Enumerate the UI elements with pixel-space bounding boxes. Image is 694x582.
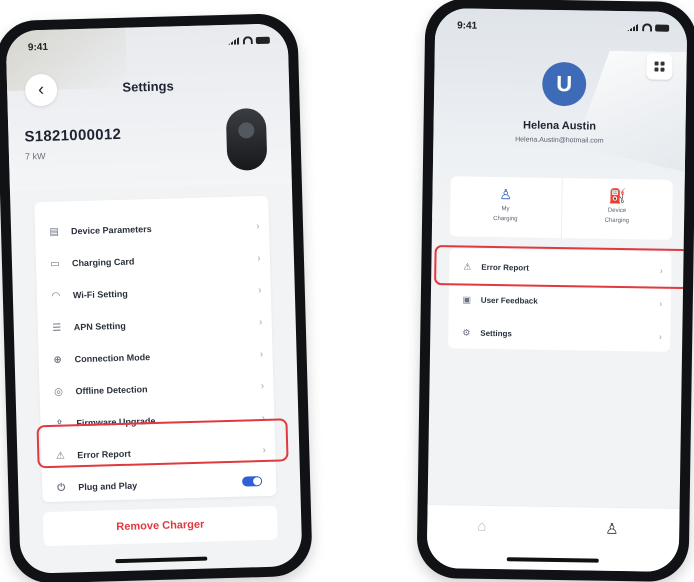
connection-mode-icon: ⊕ xyxy=(53,354,63,366)
menu-item-user-feedback[interactable]: ▣ User Feedback › xyxy=(449,283,671,319)
wifi-status-icon xyxy=(642,23,653,32)
menu-item-label: Wi-Fi Setting xyxy=(72,288,128,301)
grid-icon xyxy=(654,61,659,66)
quick-action-label: My xyxy=(501,206,510,213)
wifi-icon: ◠ xyxy=(51,290,60,302)
menu-item-label: APN Setting xyxy=(73,320,126,333)
remove-charger-button[interactable]: Remove Charger xyxy=(42,505,278,547)
status-time: 9:41 xyxy=(457,20,478,32)
error-report-highlight xyxy=(434,245,688,290)
device-charging-button[interactable]: ⛽ Device Charging xyxy=(560,178,673,240)
settings-screen: 9:41 ‹ Settings S1821000012 7 kW ▤ Devic… xyxy=(5,23,303,574)
phone-settings: 9:41 ‹ Settings S1821000012 7 kW ▤ Devic… xyxy=(0,12,313,582)
chevron-right-icon: › xyxy=(258,316,263,328)
profile-screen: 9:41 U Helena Austin Helena.Austin@hotma… xyxy=(426,8,688,572)
menu-item-label: Charging Card xyxy=(71,256,135,269)
plug-and-play-toggle[interactable] xyxy=(242,476,263,487)
my-charging-button[interactable]: ♙ My Charging xyxy=(450,176,561,238)
battery-icon xyxy=(255,36,270,44)
tab-home[interactable]: ⌂ xyxy=(477,518,486,535)
grid-menu-button[interactable] xyxy=(646,53,673,80)
quick-actions: ♙ My Charging ⛽ Device Charging xyxy=(449,176,673,240)
device-charging-icon: ⛽ xyxy=(608,187,627,205)
phone-profile: 9:41 U Helena Austin Helena.Austin@hotma… xyxy=(416,0,694,582)
chevron-right-icon: › xyxy=(658,331,662,342)
device-power: 7 kW xyxy=(24,150,46,162)
quick-action-label: Charging xyxy=(604,217,630,225)
apn-icon: ☰ xyxy=(52,322,62,334)
signal-icon xyxy=(228,37,240,45)
chevron-right-icon: › xyxy=(260,380,265,392)
user-charging-icon: ♙ xyxy=(499,186,513,203)
chevron-right-icon: › xyxy=(659,298,663,309)
plug-icon: ⏻ xyxy=(57,482,66,494)
wifi-status-icon xyxy=(242,36,253,45)
battery-icon xyxy=(655,24,670,32)
charger-image xyxy=(225,107,268,171)
chevron-right-icon: › xyxy=(256,220,260,232)
menu-item-label: Connection Mode xyxy=(74,352,151,365)
chevron-right-icon: › xyxy=(259,348,264,360)
offline-detection-icon: ◎ xyxy=(54,386,64,398)
chevron-right-icon: › xyxy=(257,252,261,264)
menu-item-label: Device Parameters xyxy=(70,224,152,237)
signal-icon xyxy=(627,23,639,31)
menu-item-label: Offline Detection xyxy=(75,384,148,397)
quick-action-label: Device xyxy=(607,207,627,215)
status-time: 9:41 xyxy=(27,41,49,54)
menu-item-settings[interactable]: ⚙ Settings › xyxy=(448,316,670,352)
quick-action-label: Charging xyxy=(493,215,518,223)
feedback-icon: ▣ xyxy=(462,294,472,305)
error-report-highlight xyxy=(36,418,289,469)
menu-item-label: User Feedback xyxy=(480,295,538,306)
device-serial: S1821000012 xyxy=(24,125,122,146)
tab-profile[interactable]: ♙ xyxy=(605,520,619,538)
chevron-right-icon: › xyxy=(257,284,262,296)
settings-icon: ⚙ xyxy=(462,327,471,338)
charging-card-icon: ▭ xyxy=(50,258,60,270)
device-parameters-icon: ▤ xyxy=(49,226,59,238)
menu-item-plug-and-play: ⏻ Plug and Play xyxy=(42,466,277,505)
screenshot-stage: 9:41 ‹ Settings S1821000012 7 kW ▤ Devic… xyxy=(0,0,694,582)
menu-item-label: Settings xyxy=(480,328,512,339)
home-indicator xyxy=(115,556,208,564)
